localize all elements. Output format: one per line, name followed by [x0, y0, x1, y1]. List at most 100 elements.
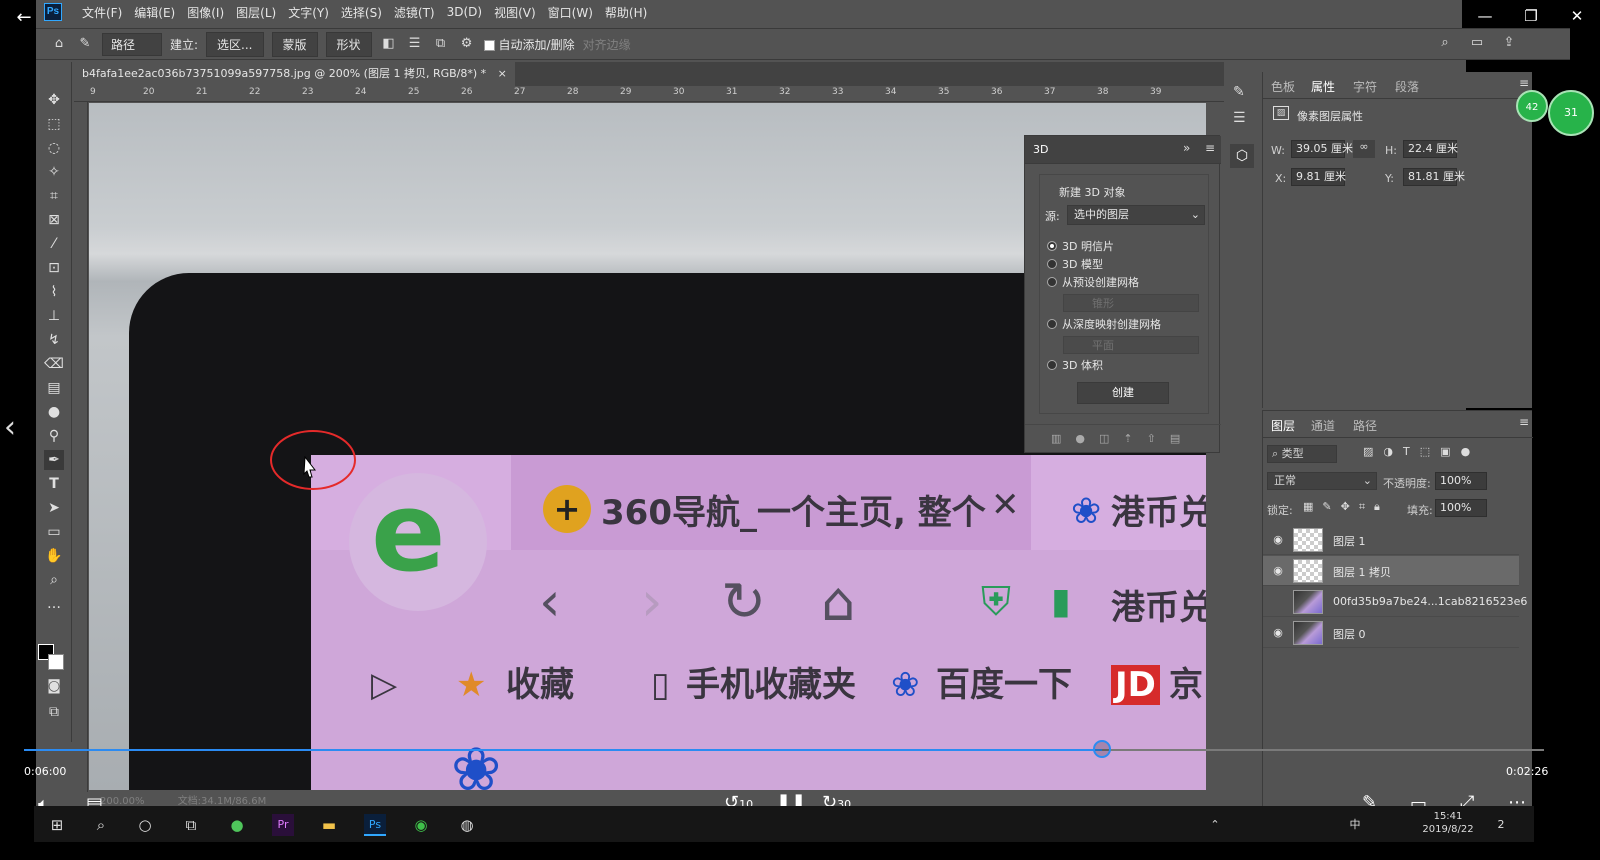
menu-type[interactable]: 文字(Y): [282, 4, 335, 21]
more-tools-icon[interactable]: …: [44, 594, 64, 614]
eye-icon[interactable]: ◉: [1271, 626, 1285, 640]
dodge-tool-icon[interactable]: ⚲: [44, 426, 64, 446]
gear-icon[interactable]: ⚙: [458, 35, 476, 53]
add-object-icon[interactable]: ⇡: [1123, 432, 1132, 452]
filter-type-icon[interactable]: T: [1403, 445, 1410, 458]
render-icon[interactable]: ◫: [1099, 432, 1109, 452]
pen-tool-icon[interactable]: ✒: [44, 450, 64, 470]
premiere-app-icon[interactable]: Pr: [272, 814, 294, 836]
layer-row[interactable]: ◉ 图层 0: [1263, 618, 1519, 648]
zoom-tool-icon[interactable]: ⌕: [44, 570, 64, 590]
screen-mode-icon[interactable]: ⧉: [44, 702, 64, 722]
selection-button[interactable]: 选区...: [206, 31, 264, 57]
tab-paths[interactable]: 路径: [1353, 417, 1377, 434]
workspace-icon[interactable]: ▭: [1468, 34, 1486, 52]
crop-tool-icon[interactable]: ⌗: [44, 186, 64, 206]
x-field[interactable]: 9.81 厘米: [1291, 168, 1346, 186]
menu-3d[interactable]: 3D(D): [441, 5, 488, 19]
file-explorer-icon[interactable]: ▬: [318, 814, 340, 836]
healing-tool-icon[interactable]: ⊡: [44, 258, 64, 278]
filter-toggle-icon[interactable]: ●: [1461, 445, 1471, 458]
link-icon[interactable]: ∞: [1353, 140, 1375, 158]
menu-file[interactable]: 文件(F): [76, 4, 128, 21]
radio-depth-mesh[interactable]: 从深度映射创建网格: [1047, 316, 1161, 332]
tab-layers[interactable]: 图层: [1271, 417, 1295, 434]
frame-tool-icon[interactable]: ⊠: [44, 210, 64, 230]
brush-settings-icon[interactable]: ✎: [1233, 84, 1245, 100]
panel-menu-icon[interactable]: ≡: [1519, 415, 1529, 429]
hand-tool-icon[interactable]: ✋: [44, 546, 64, 566]
source-select[interactable]: 选中的图层 ⌄: [1067, 205, 1205, 225]
layer-row[interactable]: 00fd35b9a7be24...1cab8216523e6: [1263, 587, 1527, 617]
lock-position-icon[interactable]: ✥: [1341, 500, 1350, 514]
search-icon[interactable]: ⌕: [1436, 34, 1454, 52]
menu-view[interactable]: 视图(V): [488, 4, 542, 21]
photoshop-app-icon[interactable]: Ps: [364, 814, 386, 836]
menu-filter[interactable]: 滤镜(T): [388, 4, 441, 21]
radio-3d-model[interactable]: 3D 模型: [1047, 256, 1103, 272]
filter-shape-icon[interactable]: ⬚: [1420, 445, 1430, 458]
share-icon[interactable]: ⇪: [1500, 34, 1518, 52]
lasso-tool-icon[interactable]: ◌: [44, 138, 64, 158]
radio-3d-postcard[interactable]: 3D 明信片: [1047, 238, 1114, 254]
browser-app-icon[interactable]: ●: [226, 814, 248, 836]
panel-collapse-icon[interactable]: »: [1183, 141, 1190, 155]
progress-knob[interactable]: [1093, 740, 1111, 758]
auto-add-delete-checkbox[interactable]: 自动添加/删除: [483, 36, 575, 53]
tray-chevron-icon[interactable]: ⌃: [1204, 814, 1226, 836]
panel-menu-icon[interactable]: ≡: [1205, 141, 1215, 155]
mask-button[interactable]: 蒙版: [271, 31, 318, 57]
magic-wand-tool-icon[interactable]: ✧: [44, 162, 64, 182]
history-brush-tool-icon[interactable]: ↯: [44, 330, 64, 350]
opacity-field[interactable]: 100%: [1435, 472, 1487, 490]
task-view-icon[interactable]: ⧉: [180, 814, 202, 836]
tray-clock[interactable]: 15:41 2019/8/22: [1418, 810, 1478, 836]
tab-swatches[interactable]: 色板: [1271, 78, 1295, 95]
windows-start-icon[interactable]: ⊞: [46, 814, 68, 836]
close-tab-icon[interactable]: ×: [498, 67, 507, 80]
floating-badge[interactable]: 31: [1548, 90, 1594, 136]
radio-3d-volume[interactable]: 3D 体积: [1047, 357, 1103, 373]
path-arrangement-icon[interactable]: ⧉: [432, 35, 450, 53]
align-edges-checkbox[interactable]: 对齐边缘: [583, 36, 631, 53]
filter-smart-icon[interactable]: ▣: [1440, 445, 1450, 458]
radio-preset-mesh[interactable]: 从预设创建网格: [1047, 274, 1139, 290]
blur-tool-icon[interactable]: ●: [44, 402, 64, 422]
cortana-icon[interactable]: ○: [134, 814, 156, 836]
eyedropper-tool-icon[interactable]: ⁄: [44, 234, 64, 254]
width-field[interactable]: 39.05 厘米: [1291, 140, 1353, 158]
tab-paragraph[interactable]: 段落: [1395, 78, 1419, 95]
pen-mode-select[interactable]: 路径: [102, 32, 162, 56]
blend-mode-select[interactable]: 正常 ⌄: [1267, 472, 1377, 490]
tab-properties[interactable]: 属性: [1311, 78, 1335, 95]
menu-image[interactable]: 图像(I): [181, 4, 230, 21]
pen-tool-preset-icon[interactable]: ✎: [76, 35, 94, 53]
background-color-swatch[interactable]: [48, 654, 64, 670]
menu-select[interactable]: 选择(S): [335, 4, 388, 21]
path-alignment-icon[interactable]: ☰: [406, 35, 424, 53]
add-light-icon[interactable]: ⇧: [1147, 432, 1156, 452]
path-operations-icon[interactable]: ◧: [380, 35, 398, 53]
lock-transparency-icon[interactable]: ▦: [1303, 500, 1313, 514]
menu-layer[interactable]: 图层(L): [230, 4, 282, 21]
lock-all-icon[interactable]: 🔒︎: [1374, 500, 1380, 514]
y-field[interactable]: 81.81 厘米: [1403, 168, 1465, 186]
tab-channels[interactable]: 通道: [1311, 417, 1335, 434]
previous-video-icon[interactable]: ‹: [4, 410, 16, 445]
eye-icon[interactable]: ◉: [1271, 533, 1285, 547]
type-tool-icon[interactable]: T: [44, 474, 64, 494]
menu-edit[interactable]: 编辑(E): [128, 4, 181, 21]
filter-scene-icon[interactable]: ▥: [1051, 432, 1061, 452]
fill-field[interactable]: 100%: [1435, 499, 1487, 517]
3d-cube-icon[interactable]: ⬡: [1230, 144, 1254, 168]
eye-icon[interactable]: ◉: [1271, 564, 1285, 578]
trash-icon[interactable]: ▤: [1170, 432, 1180, 452]
menu-help[interactable]: 帮助(H): [599, 4, 653, 21]
eraser-tool-icon[interactable]: ⌫: [44, 354, 64, 374]
rectangle-tool-icon[interactable]: ▭: [44, 522, 64, 542]
lock-pixels-icon[interactable]: ✎: [1322, 500, 1331, 514]
ime-indicator[interactable]: 中: [1344, 814, 1366, 836]
home-icon[interactable]: ⌂: [50, 35, 68, 53]
search-icon[interactable]: ⌕: [90, 814, 112, 836]
stamp-tool-icon[interactable]: ⊥: [44, 306, 64, 326]
